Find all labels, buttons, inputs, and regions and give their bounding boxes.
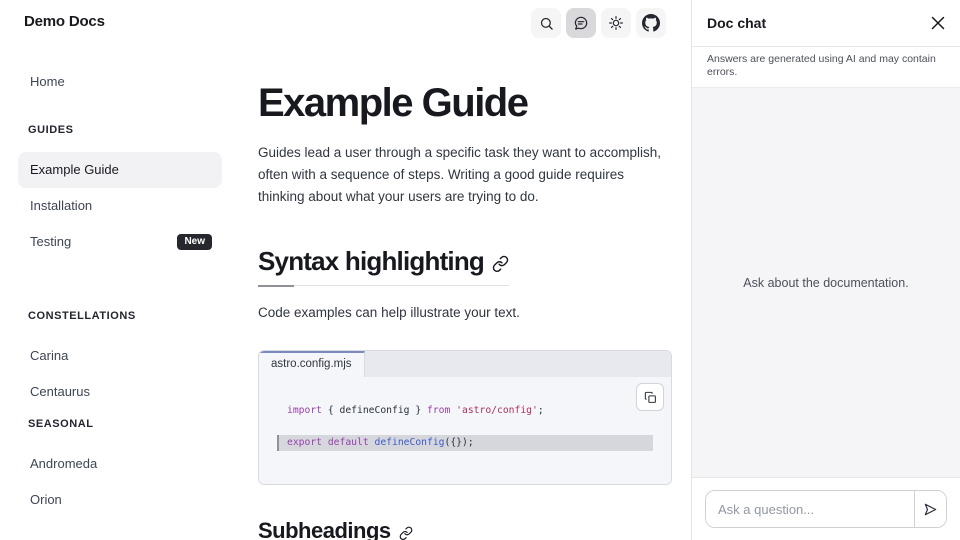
heading-anchor-link-icon[interactable]	[399, 526, 413, 540]
copy-code-button[interactable]	[636, 383, 664, 411]
sidebar-item-andromeda[interactable]: Andromeda	[18, 446, 222, 482]
doc-chat-panel: Doc chat Answers are generated using AI …	[691, 0, 960, 540]
copy-icon	[644, 391, 657, 404]
close-chat-button[interactable]	[931, 16, 945, 30]
sidebar-item-carina[interactable]: Carina	[18, 338, 222, 374]
sidebar-item-testing[interactable]: Testing New	[18, 224, 222, 260]
code-line-2-highlighted: export default defineConfig({});	[277, 435, 653, 451]
code-line-1: import { defineConfig } from 'astro/conf…	[277, 403, 653, 419]
search-button[interactable]	[531, 8, 561, 38]
sidebar: Demo Docs Home GUIDES Example Guide Inst…	[0, 0, 258, 540]
subheadings-heading: Subheadings	[258, 518, 672, 540]
code-tab-bar: astro.config.mjs	[259, 351, 671, 377]
sidebar-item-example-guide[interactable]: Example Guide	[18, 152, 222, 188]
sidebar-item-label: Installation	[30, 197, 92, 215]
sidebar-item-installation[interactable]: Installation	[18, 188, 222, 224]
doc-chat-toggle-button[interactable]	[566, 8, 596, 38]
code-panel: import { defineConfig } from 'astro/conf…	[259, 377, 671, 484]
article: Example Guide Guides lead a user through…	[258, 0, 672, 540]
sidebar-group-guides: GUIDES	[18, 124, 222, 136]
heading-anchor-link-icon[interactable]	[492, 255, 509, 272]
sidebar-item-label: Carina	[30, 347, 68, 365]
code-blank-line	[277, 419, 653, 435]
chat-header: Doc chat	[692, 0, 960, 47]
sidebar-item-home[interactable]: Home	[18, 64, 222, 100]
sidebar-item-label: Andromeda	[30, 455, 97, 473]
sidebar-group-seasonal: SEASONAL	[18, 418, 222, 430]
send-icon	[923, 502, 938, 517]
chat-input-container	[705, 490, 947, 528]
syntax-paragraph: Code examples can help illustrate your t…	[258, 302, 672, 324]
chat-bubble-icon	[573, 15, 589, 31]
theme-toggle-button[interactable]	[601, 8, 631, 38]
chat-message-area: Ask about the documentation.	[692, 88, 960, 477]
sidebar-item-label: Centaurus	[30, 383, 90, 401]
chat-empty-state-text: Ask about the documentation.	[743, 276, 908, 290]
sidebar-item-orion[interactable]: Orion	[18, 482, 222, 518]
sidebar-item-label: Orion	[30, 491, 62, 509]
new-badge: New	[177, 234, 212, 250]
sidebar-item-centaurus[interactable]: Centaurus	[18, 374, 222, 410]
ai-disclaimer: Answers are generated using AI and may c…	[692, 47, 960, 88]
chat-footer	[692, 477, 960, 540]
main-content: Example Guide Guides lead a user through…	[258, 0, 691, 540]
code-tab-filename[interactable]: astro.config.mjs	[259, 351, 365, 377]
chat-question-input[interactable]	[706, 491, 914, 527]
github-icon	[642, 14, 660, 32]
syntax-highlighting-heading: Syntax highlighting	[258, 246, 484, 276]
search-icon	[539, 16, 554, 31]
close-icon	[931, 16, 945, 30]
header-toolbar	[531, 8, 666, 38]
sun-icon	[608, 15, 624, 31]
site-title: Demo Docs	[18, 13, 222, 30]
code-block: astro.config.mjs import { defineConfig }…	[258, 350, 672, 485]
intro-paragraph: Guides lead a user through a specific ta…	[258, 142, 672, 208]
send-button[interactable]	[914, 491, 946, 527]
sidebar-item-label: Home	[30, 73, 65, 91]
github-button[interactable]	[636, 8, 666, 38]
chat-panel-title: Doc chat	[707, 15, 766, 31]
sidebar-item-label: Testing	[30, 233, 71, 251]
sidebar-nav: Home GUIDES Example Guide Installation T…	[18, 64, 222, 518]
sidebar-item-label: Example Guide	[30, 161, 119, 179]
page-title: Example Guide	[258, 80, 672, 126]
section-heading-wrap: Syntax highlighting	[258, 246, 509, 286]
sidebar-group-constellations: CONSTELLATIONS	[18, 310, 222, 322]
app-window: Demo Docs Home GUIDES Example Guide Inst…	[0, 0, 960, 540]
